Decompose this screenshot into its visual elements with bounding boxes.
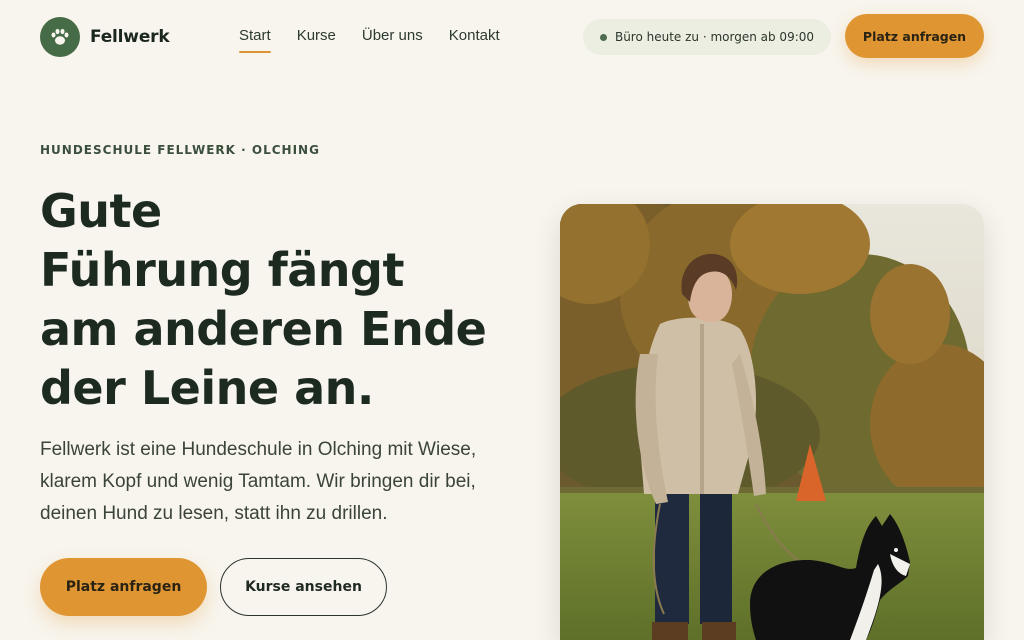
main-nav: Start Kurse Über uns Kontakt: [239, 27, 500, 53]
hero-eyebrow: HUNDESCHULE FELLWERK · OLCHING: [40, 143, 320, 157]
nav-item-kontakt[interactable]: Kontakt: [449, 27, 500, 52]
headline-line-4: der Leine an.: [40, 361, 374, 415]
office-status-badge: Büro heute zu · morgen ab 09:00: [583, 19, 831, 55]
logo[interactable]: Fellwerk: [40, 17, 170, 57]
headline-line-3: am anderen Ende: [40, 302, 487, 356]
hero-lead-text: Fellwerk ist eine Hundeschule in Olching…: [40, 439, 477, 524]
header-request-button[interactable]: Platz anfragen: [845, 14, 984, 58]
office-status-text: Büro heute zu · morgen ab 09:00: [614, 30, 815, 44]
status-dot-icon: [599, 33, 607, 41]
hero-photo: [560, 204, 984, 640]
hero-request-button[interactable]: Platz anfragen: [40, 558, 207, 616]
brand-name: Fellwerk: [90, 27, 170, 47]
nav-item-ueber-uns[interactable]: Über uns: [362, 27, 423, 52]
hero-headline: Gute Führung fängt am anderen Ende der L…: [40, 182, 520, 418]
headline-line-2: Führung fängt: [40, 243, 404, 297]
nav-item-start[interactable]: Start: [239, 27, 271, 53]
headline-line-1: Gute: [40, 184, 162, 238]
paw-icon: [40, 17, 80, 57]
nav-item-kurse[interactable]: Kurse: [297, 27, 336, 52]
site-header: Fellwerk Start Kurse Über uns Kontakt Bü…: [0, 0, 1024, 74]
view-courses-button[interactable]: Kurse ansehen: [220, 558, 387, 616]
